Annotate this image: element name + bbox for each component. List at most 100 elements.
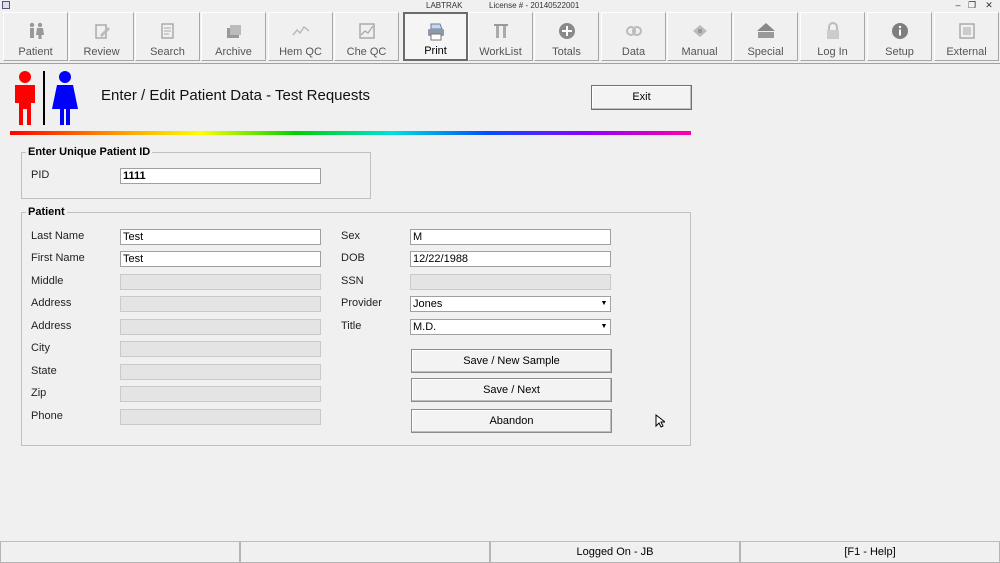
close-button[interactable]: ✕: [983, 0, 995, 11]
city-label: City: [31, 342, 50, 354]
toolbar-patient-button[interactable]: Patient: [3, 12, 68, 61]
first-name-label: First Name: [31, 252, 85, 264]
exit-button[interactable]: Exit: [591, 85, 692, 110]
toolbar-print-button[interactable]: Print: [403, 12, 468, 61]
print-icon: [427, 23, 444, 41]
middle-label: Middle: [31, 275, 64, 287]
ssn-label: SSN: [341, 275, 364, 287]
mouse-cursor-icon: [655, 414, 665, 428]
last-name-label: Last Name: [31, 230, 85, 242]
toolbar-label: Review: [83, 46, 120, 58]
toolbar-label: Search: [150, 46, 185, 58]
review-icon: [94, 24, 110, 39]
minimize-button[interactable]: –: [952, 0, 964, 11]
state-label: State: [31, 365, 57, 377]
provider-select-value: Jones: [413, 298, 443, 310]
state-field[interactable]: [120, 364, 321, 380]
toolbar-special-button[interactable]: Special: [733, 12, 798, 61]
dob-label: DOB: [341, 252, 365, 264]
totals-icon: [558, 23, 575, 39]
info-icon: [891, 23, 908, 39]
main-toolbar: Patient Review Search Archive Hem QC Che…: [0, 11, 1000, 64]
hem-qc-icon: [291, 25, 309, 36]
male-figure-head: [19, 71, 31, 83]
external-icon: [958, 23, 975, 39]
pid-group-legend: Enter Unique Patient ID: [28, 146, 151, 158]
phone-field[interactable]: [120, 409, 321, 425]
status-panel-2: [240, 541, 490, 563]
toolbar-search-button[interactable]: Search: [135, 12, 200, 61]
toolbar-label: Che QC: [346, 46, 387, 58]
logo-divider: [43, 71, 45, 125]
title-select[interactable]: M.D. ▼: [410, 319, 611, 335]
license-number: License # - 20140522001: [489, 1, 580, 10]
title-label: Title: [341, 320, 362, 332]
restore-button[interactable]: ❐: [966, 0, 978, 11]
app-icon: [2, 1, 10, 9]
provider-label: Provider: [341, 297, 382, 309]
toolbar-external-button[interactable]: External: [934, 12, 999, 61]
manual-icon: [692, 25, 707, 37]
sex-field[interactable]: M: [410, 229, 611, 245]
toolbar-setup-button[interactable]: Setup: [867, 12, 932, 61]
ssn-field[interactable]: [410, 274, 611, 290]
zip-field[interactable]: [120, 386, 321, 402]
search-icon: [160, 23, 174, 39]
logged-on-status: Logged On - JB: [490, 541, 740, 563]
patient-icon: [29, 22, 44, 39]
toolbar-label: Totals: [552, 46, 581, 58]
toolbar-che-qc-button[interactable]: Che QC: [334, 12, 399, 61]
save-new-sample-button[interactable]: Save / New Sample: [411, 349, 612, 373]
phone-label: Phone: [31, 410, 63, 422]
status-panel-1: [0, 541, 240, 563]
toolbar-hem-qc-button[interactable]: Hem QC: [268, 12, 333, 61]
toolbar-label: Hem QC: [279, 46, 322, 58]
address-line1-field[interactable]: [120, 296, 321, 312]
toolbar-label: Setup: [885, 46, 914, 58]
title-select-value: M.D.: [413, 321, 437, 333]
toolbar-log-in-button[interactable]: Log In: [800, 12, 865, 61]
provider-select[interactable]: Jones ▼: [410, 296, 611, 312]
toolbar-label: Special: [747, 46, 784, 58]
toolbar-label: Log In: [817, 46, 848, 58]
toolbar-review-button[interactable]: Review: [69, 12, 134, 61]
dob-field[interactable]: 12/22/1988: [410, 251, 611, 267]
toolbar-label: Archive: [215, 46, 252, 58]
toolbar-label: Manual: [681, 46, 718, 58]
address-label: Address: [31, 320, 72, 332]
chevron-down-icon[interactable]: ▼: [599, 321, 609, 333]
status-bar: Logged On - JB [F1 - Help]: [0, 541, 1000, 563]
toolbar-archive-button[interactable]: Archive: [201, 12, 266, 61]
chevron-down-icon[interactable]: ▼: [599, 298, 609, 310]
address-label: Address: [31, 297, 72, 309]
address-line2-field[interactable]: [120, 319, 321, 335]
toolbar-worklist-button[interactable]: WorkList: [468, 12, 533, 61]
patient-logo-icon: [15, 71, 78, 125]
toolbar-manual-button[interactable]: Manual: [667, 12, 732, 61]
special-icon: [756, 23, 775, 38]
toolbar-label: WorkList: [479, 46, 522, 58]
middle-field[interactable]: [120, 274, 321, 290]
worklist-icon: [493, 24, 508, 38]
title-bar: LABTRAK License # - 20140522001 – ❐ ✕: [0, 0, 1000, 11]
save-next-button[interactable]: Save / Next: [411, 378, 612, 402]
city-field[interactable]: [120, 341, 321, 357]
window-title: LABTRAK: [426, 1, 463, 10]
toolbar-totals-button[interactable]: Totals: [534, 12, 599, 61]
male-figure-body: [15, 85, 35, 125]
pid-input[interactable]: 1111: [120, 168, 321, 184]
data-icon: [625, 26, 642, 36]
help-status: [F1 - Help]: [740, 541, 1000, 563]
female-figure-body: [52, 85, 78, 125]
last-name-field[interactable]: Test: [120, 229, 321, 245]
toolbar-label: External: [946, 46, 987, 58]
abandon-button[interactable]: Abandon: [411, 409, 612, 433]
first-name-field[interactable]: Test: [120, 251, 321, 267]
rainbow-divider: [10, 131, 691, 135]
toolbar-data-button[interactable]: Data: [601, 12, 666, 61]
female-figure-head: [59, 71, 71, 83]
toolbar-label: Print: [424, 45, 447, 57]
toolbar-label: Data: [621, 46, 646, 58]
lock-icon: [826, 22, 839, 39]
pid-label: PID: [31, 169, 50, 181]
